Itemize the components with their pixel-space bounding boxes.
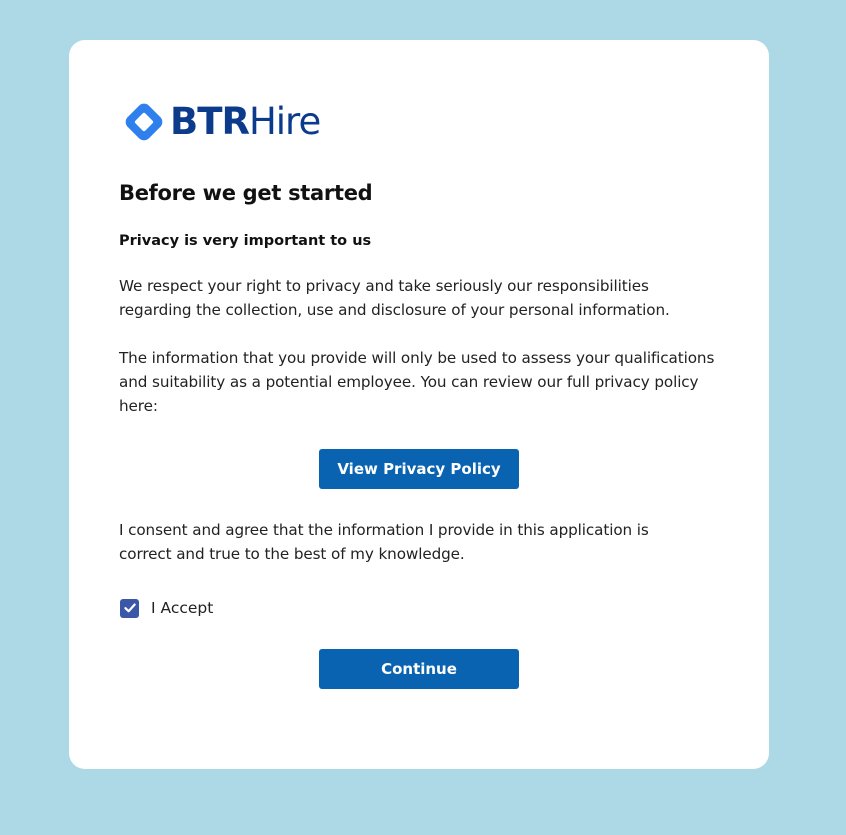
diamond-logo-icon bbox=[125, 103, 163, 141]
brand-logo: BTRHire bbox=[122, 100, 321, 144]
logo-text-bold: BTR bbox=[170, 100, 250, 143]
logo-wordmark: BTRHire bbox=[170, 100, 321, 144]
page-title: Before we get started bbox=[119, 181, 373, 205]
privacy-paragraph-2: The information that you provide will on… bbox=[119, 349, 715, 415]
view-privacy-policy-button[interactable]: View Privacy Policy bbox=[319, 449, 519, 489]
accept-row[interactable]: I Accept bbox=[120, 597, 213, 619]
continue-button[interactable]: Continue bbox=[319, 649, 519, 689]
privacy-subheading: Privacy is very important to us bbox=[119, 233, 372, 249]
accept-checkbox[interactable] bbox=[120, 598, 139, 618]
consent-text: I consent and agree that the information… bbox=[119, 521, 649, 563]
privacy-paragraph-1: We respect your right to privacy and tak… bbox=[119, 277, 670, 319]
checkmark-icon bbox=[123, 603, 136, 613]
logo-text-light: Hire bbox=[248, 100, 321, 143]
accept-label[interactable]: I Accept bbox=[151, 599, 213, 617]
consent-card: BTRHire Before we get started Privacy is… bbox=[69, 40, 769, 769]
